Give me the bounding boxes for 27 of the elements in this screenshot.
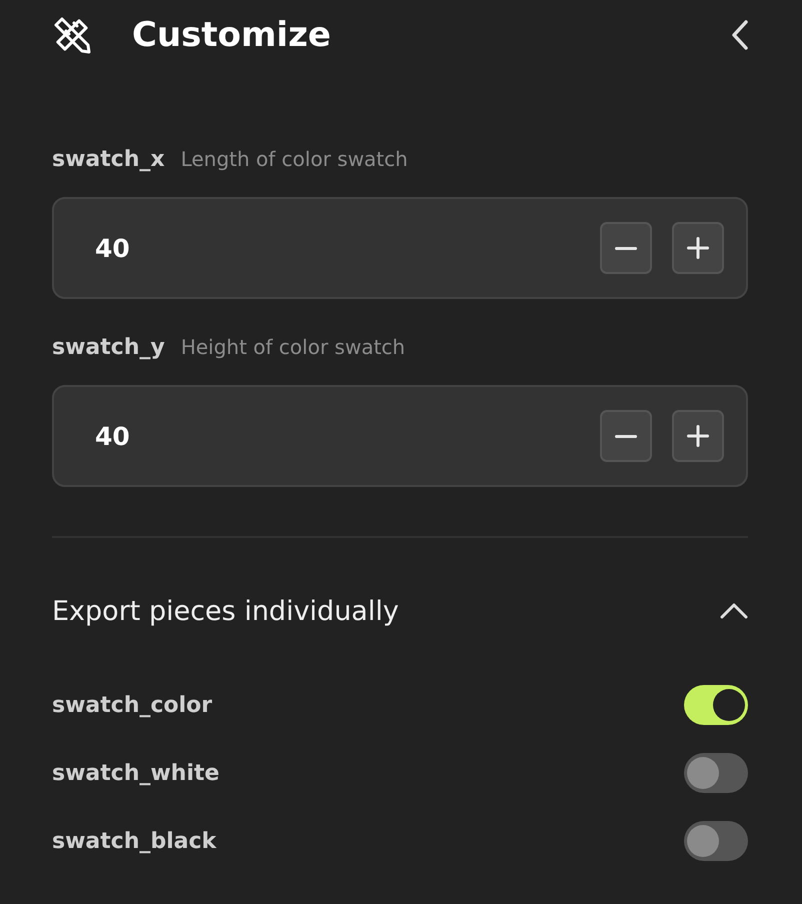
toggle-switch[interactable] (684, 685, 748, 725)
minus-icon (615, 434, 637, 438)
parameter-name: swatch_x (52, 146, 165, 172)
piece-name: swatch_white (52, 760, 220, 786)
parameter-description: Height of color swatch (180, 335, 406, 359)
number-input[interactable]: 40 (95, 234, 580, 262)
decrement-button[interactable] (600, 222, 652, 274)
ruler-pencil-icon (52, 15, 92, 55)
piece-name: swatch_color (52, 692, 212, 718)
decrement-button[interactable] (600, 410, 652, 462)
toggle-switch[interactable] (684, 821, 748, 861)
parameter-name: swatch_y (52, 334, 165, 360)
collapse-button[interactable] (720, 603, 748, 619)
chevron-up-icon (720, 603, 748, 619)
parameter-description: Length of color swatch (180, 147, 408, 171)
plus-icon (687, 237, 709, 259)
back-chevron-icon (732, 20, 748, 50)
panel-title: Customize (132, 15, 332, 55)
toggle-switch[interactable] (684, 753, 748, 793)
increment-button[interactable] (672, 222, 724, 274)
minus-icon (615, 246, 637, 250)
section-title: Export pieces individually (52, 596, 399, 626)
number-input[interactable]: 40 (95, 422, 580, 450)
increment-button[interactable] (672, 410, 724, 462)
plus-icon (687, 425, 709, 447)
back-button[interactable] (732, 20, 748, 50)
piece-name: swatch_black (52, 828, 216, 854)
